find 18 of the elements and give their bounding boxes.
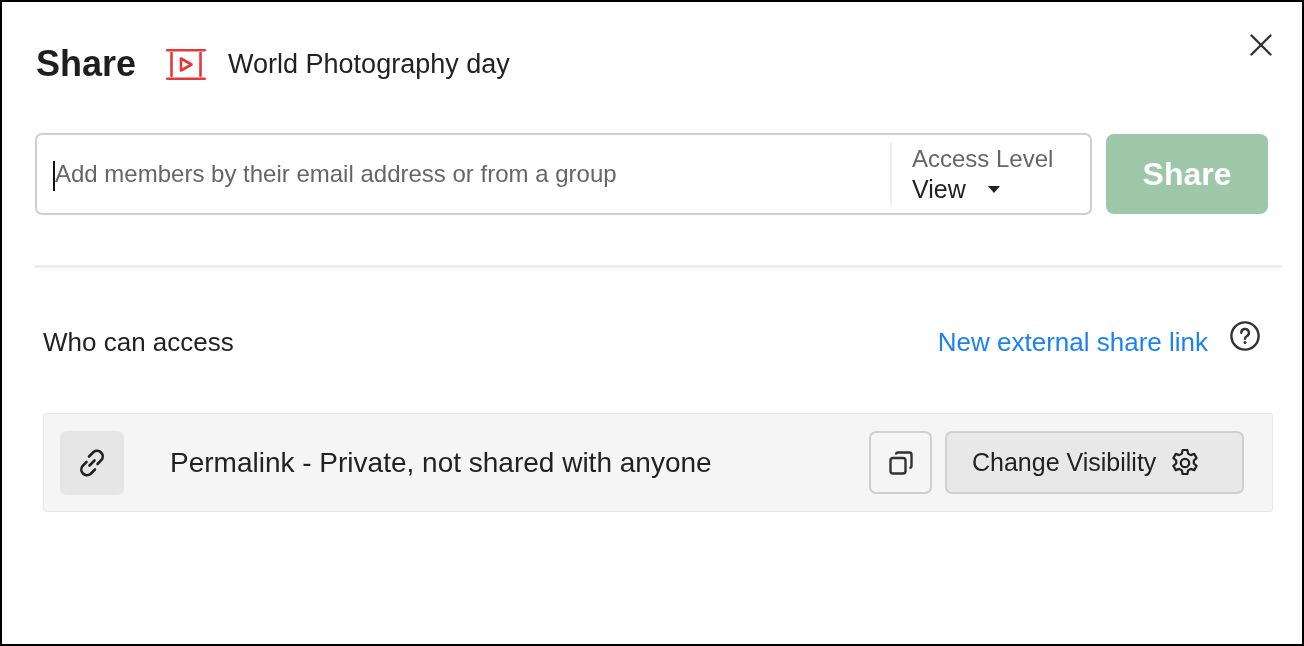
link-icon: [60, 430, 124, 495]
copy-button[interactable]: [869, 431, 932, 494]
email-input[interactable]: Add members by their email address or from a group: [37, 135, 890, 213]
video-icon: [166, 48, 207, 80]
copy-icon: [888, 450, 913, 475]
change-visibility-button[interactable]: Change Visibility: [945, 431, 1244, 494]
item-name: World Photography day: [228, 48, 510, 80]
new-share-link[interactable]: New external share link: [937, 326, 1208, 358]
close-icon[interactable]: [1250, 34, 1272, 56]
access-level-label: Access Level: [912, 144, 1055, 173]
section-heading: Who can access: [43, 326, 234, 358]
access-level-dropdown[interactable]: View: [912, 174, 1000, 204]
invite-field[interactable]: Add members by their email address or from a group Access Level View: [35, 133, 1092, 215]
caret-icon: [987, 185, 1000, 193]
permalink-status: Permalink - Private, not shared with anyone: [170, 446, 712, 479]
help-icon[interactable]: [1230, 321, 1260, 351]
dialog-title: Share: [36, 43, 137, 85]
settings-icon: [1170, 447, 1201, 478]
